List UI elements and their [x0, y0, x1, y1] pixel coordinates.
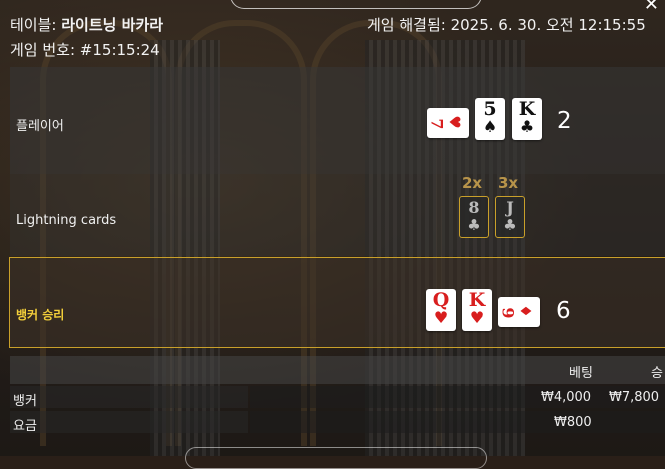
row-label: 뱅커	[13, 394, 37, 409]
bet-table-header	[10, 356, 665, 384]
card-rank: 8	[468, 198, 480, 217]
header-tab-outline	[230, 0, 482, 9]
row-value-cell	[250, 411, 665, 433]
banker-score: 6	[556, 298, 571, 324]
lightning-card-1: 8 ♣	[459, 196, 489, 238]
row-bet: ₩800	[554, 415, 592, 430]
row-label-cell	[10, 411, 248, 433]
lightning-card-2: J ♣	[495, 196, 525, 238]
row-bet: ₩4,000	[541, 390, 592, 405]
card-suit: ♣	[467, 216, 481, 234]
banker-card-2: K ♥	[462, 289, 492, 331]
table-row: 요금 ₩800	[10, 411, 665, 434]
game-settled-time: 게임 해결됨: 2025. 6. 30. 오전 12:15:55	[367, 16, 646, 34]
card-rank: K	[468, 289, 486, 311]
table-prefix: 테이블:	[10, 16, 57, 34]
card-suit: ♥	[433, 308, 449, 327]
banker-card-3: 9 ♦	[498, 297, 540, 327]
card-rank: 7	[427, 118, 447, 130]
card-rank: J	[506, 198, 514, 217]
game-number: 게임 번호: #15:15:24	[10, 41, 160, 59]
card-suit: ♦	[516, 304, 535, 318]
row-label: 요금	[13, 419, 37, 434]
banker-win-label: 뱅커 승리	[16, 308, 65, 322]
player-card-3: K ♣	[512, 98, 542, 140]
column-bet: 베팅	[569, 366, 593, 381]
player-label: 플레이어	[16, 119, 64, 134]
close-icon[interactable]: ✕	[644, 0, 659, 15]
player-card-1: 7 ♥	[427, 108, 469, 138]
lightning-multiplier-2: 3x	[498, 174, 519, 192]
card-suit: ♥	[445, 115, 464, 129]
card-rank: K	[518, 98, 536, 120]
card-suit: ♣	[503, 216, 517, 234]
row-win: ₩7,800	[609, 390, 660, 405]
table-name: 라이트닝 바카라	[61, 16, 164, 34]
bottom-button-outline[interactable]	[185, 447, 487, 469]
card-rank: 9	[498, 307, 518, 319]
column-win: 승	[651, 366, 663, 381]
player-score: 2	[557, 108, 572, 134]
player-card-2: 5 ♠	[475, 98, 505, 140]
card-suit: ♣	[519, 117, 535, 136]
card-rank: 5	[483, 98, 497, 120]
row-label-cell	[10, 386, 248, 408]
lightning-multiplier-1: 2x	[462, 174, 483, 192]
card-suit: ♥	[469, 308, 485, 327]
card-rank: Q	[432, 289, 450, 311]
table-row: 뱅커 ₩4,000 ₩7,800	[10, 386, 665, 409]
row-value-cell	[250, 386, 665, 408]
banker-card-1: Q ♥	[426, 289, 456, 331]
card-suit: ♠	[482, 117, 498, 136]
lightning-label: Lightning cards	[16, 213, 117, 228]
table-title: 테이블: 라이트닝 바카라	[10, 14, 163, 35]
